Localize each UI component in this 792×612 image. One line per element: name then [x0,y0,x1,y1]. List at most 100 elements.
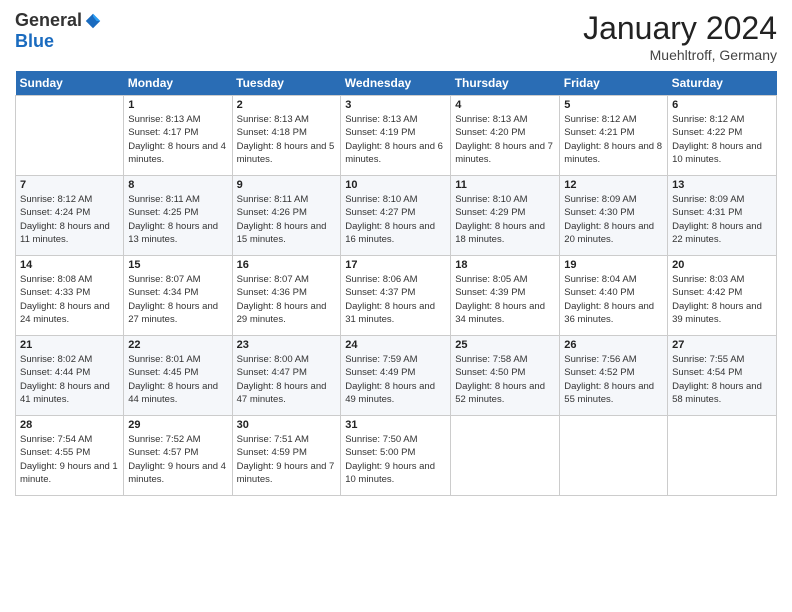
header-tuesday: Tuesday [232,71,341,96]
table-row: 8 Sunrise: 8:11 AM Sunset: 4:25 PM Dayli… [124,176,232,256]
day-number: 9 [237,179,337,191]
day-number: 21 [20,339,119,351]
daylight-text: Daylight: 8 hours and 11 minutes. [20,221,110,245]
table-row: 11 Sunrise: 8:10 AM Sunset: 4:29 PM Dayl… [451,176,560,256]
day-number: 22 [128,339,227,351]
header-wednesday: Wednesday [341,71,451,96]
sunset-text: Sunset: 4:27 PM [345,207,415,218]
daylight-text: Daylight: 8 hours and 13 minutes. [128,221,218,245]
table-row: 24 Sunrise: 7:59 AM Sunset: 4:49 PM Dayl… [341,336,451,416]
day-info: Sunrise: 7:54 AM Sunset: 4:55 PM Dayligh… [20,433,119,486]
day-number: 5 [564,99,663,111]
day-info: Sunrise: 8:13 AM Sunset: 4:17 PM Dayligh… [128,113,227,166]
day-info: Sunrise: 8:03 AM Sunset: 4:42 PM Dayligh… [672,273,772,326]
daylight-text: Daylight: 8 hours and 34 minutes. [455,301,545,325]
sunset-text: Sunset: 4:57 PM [128,447,198,458]
daylight-text: Daylight: 9 hours and 10 minutes. [345,461,435,485]
table-row: 20 Sunrise: 8:03 AM Sunset: 4:42 PM Dayl… [668,256,777,336]
table-row: 26 Sunrise: 7:56 AM Sunset: 4:52 PM Dayl… [560,336,668,416]
calendar-header-row: Sunday Monday Tuesday Wednesday Thursday… [16,71,777,96]
sunrise-text: Sunrise: 8:00 AM [237,354,309,365]
day-number: 4 [455,99,555,111]
daylight-text: Daylight: 8 hours and 4 minutes. [128,141,226,165]
daylight-text: Daylight: 9 hours and 4 minutes. [128,461,226,485]
day-number: 24 [345,339,446,351]
day-info: Sunrise: 8:08 AM Sunset: 4:33 PM Dayligh… [20,273,119,326]
table-row: 7 Sunrise: 8:12 AM Sunset: 4:24 PM Dayli… [16,176,124,256]
day-number: 18 [455,259,555,271]
sunset-text: Sunset: 4:34 PM [128,287,198,298]
table-row [451,416,560,496]
table-row: 23 Sunrise: 8:00 AM Sunset: 4:47 PM Dayl… [232,336,341,416]
sunset-text: Sunset: 4:50 PM [455,367,525,378]
day-number: 10 [345,179,446,191]
sunset-text: Sunset: 4:36 PM [237,287,307,298]
daylight-text: Daylight: 8 hours and 5 minutes. [237,141,335,165]
sunrise-text: Sunrise: 8:02 AM [20,354,92,365]
table-row: 3 Sunrise: 8:13 AM Sunset: 4:19 PM Dayli… [341,96,451,176]
sunset-text: Sunset: 4:31 PM [672,207,742,218]
sunrise-text: Sunrise: 8:12 AM [672,114,744,125]
sunset-text: Sunset: 5:00 PM [345,447,415,458]
table-row: 17 Sunrise: 8:06 AM Sunset: 4:37 PM Dayl… [341,256,451,336]
page: General Blue January 2024 Muehltroff, Ge… [0,0,792,612]
header: General Blue January 2024 Muehltroff, Ge… [15,10,777,63]
sunset-text: Sunset: 4:42 PM [672,287,742,298]
day-info: Sunrise: 8:09 AM Sunset: 4:30 PM Dayligh… [564,193,663,246]
sunrise-text: Sunrise: 8:06 AM [345,274,417,285]
daylight-text: Daylight: 8 hours and 6 minutes. [345,141,443,165]
daylight-text: Daylight: 8 hours and 16 minutes. [345,221,435,245]
sunrise-text: Sunrise: 8:09 AM [672,194,744,205]
month-title: January 2024 [583,10,777,47]
sunrise-text: Sunrise: 7:52 AM [128,434,200,445]
table-row: 10 Sunrise: 8:10 AM Sunset: 4:27 PM Dayl… [341,176,451,256]
sunrise-text: Sunrise: 8:08 AM [20,274,92,285]
sunrise-text: Sunrise: 7:59 AM [345,354,417,365]
table-row: 15 Sunrise: 8:07 AM Sunset: 4:34 PM Dayl… [124,256,232,336]
table-row: 29 Sunrise: 7:52 AM Sunset: 4:57 PM Dayl… [124,416,232,496]
day-info: Sunrise: 8:13 AM Sunset: 4:19 PM Dayligh… [345,113,446,166]
day-info: Sunrise: 8:09 AM Sunset: 4:31 PM Dayligh… [672,193,772,246]
calendar-week-3: 14 Sunrise: 8:08 AM Sunset: 4:33 PM Dayl… [16,256,777,336]
day-info: Sunrise: 7:51 AM Sunset: 4:59 PM Dayligh… [237,433,337,486]
day-info: Sunrise: 8:05 AM Sunset: 4:39 PM Dayligh… [455,273,555,326]
sunset-text: Sunset: 4:47 PM [237,367,307,378]
header-monday: Monday [124,71,232,96]
table-row: 5 Sunrise: 8:12 AM Sunset: 4:21 PM Dayli… [560,96,668,176]
table-row: 12 Sunrise: 8:09 AM Sunset: 4:30 PM Dayl… [560,176,668,256]
title-area: January 2024 Muehltroff, Germany [583,10,777,63]
table-row: 30 Sunrise: 7:51 AM Sunset: 4:59 PM Dayl… [232,416,341,496]
sunrise-text: Sunrise: 8:11 AM [237,194,309,205]
day-info: Sunrise: 8:02 AM Sunset: 4:44 PM Dayligh… [20,353,119,406]
sunrise-text: Sunrise: 8:12 AM [564,114,636,125]
sunset-text: Sunset: 4:22 PM [672,127,742,138]
sunset-text: Sunset: 4:29 PM [455,207,525,218]
table-row: 14 Sunrise: 8:08 AM Sunset: 4:33 PM Dayl… [16,256,124,336]
daylight-text: Daylight: 8 hours and 36 minutes. [564,301,654,325]
sunset-text: Sunset: 4:21 PM [564,127,634,138]
day-number: 3 [345,99,446,111]
sunrise-text: Sunrise: 8:13 AM [237,114,309,125]
daylight-text: Daylight: 8 hours and 7 minutes. [455,141,553,165]
day-info: Sunrise: 7:56 AM Sunset: 4:52 PM Dayligh… [564,353,663,406]
table-row: 16 Sunrise: 8:07 AM Sunset: 4:36 PM Dayl… [232,256,341,336]
day-number: 17 [345,259,446,271]
daylight-text: Daylight: 9 hours and 7 minutes. [237,461,335,485]
table-row: 25 Sunrise: 7:58 AM Sunset: 4:50 PM Dayl… [451,336,560,416]
daylight-text: Daylight: 8 hours and 24 minutes. [20,301,110,325]
day-number: 30 [237,419,337,431]
sunrise-text: Sunrise: 8:03 AM [672,274,744,285]
day-info: Sunrise: 8:10 AM Sunset: 4:29 PM Dayligh… [455,193,555,246]
day-info: Sunrise: 8:12 AM Sunset: 4:22 PM Dayligh… [672,113,772,166]
day-info: Sunrise: 7:58 AM Sunset: 4:50 PM Dayligh… [455,353,555,406]
table-row: 31 Sunrise: 7:50 AM Sunset: 5:00 PM Dayl… [341,416,451,496]
sunset-text: Sunset: 4:19 PM [345,127,415,138]
day-number: 6 [672,99,772,111]
sunrise-text: Sunrise: 8:05 AM [455,274,527,285]
day-number: 25 [455,339,555,351]
day-number: 23 [237,339,337,351]
day-info: Sunrise: 7:59 AM Sunset: 4:49 PM Dayligh… [345,353,446,406]
day-number: 28 [20,419,119,431]
table-row [560,416,668,496]
sunset-text: Sunset: 4:55 PM [20,447,90,458]
